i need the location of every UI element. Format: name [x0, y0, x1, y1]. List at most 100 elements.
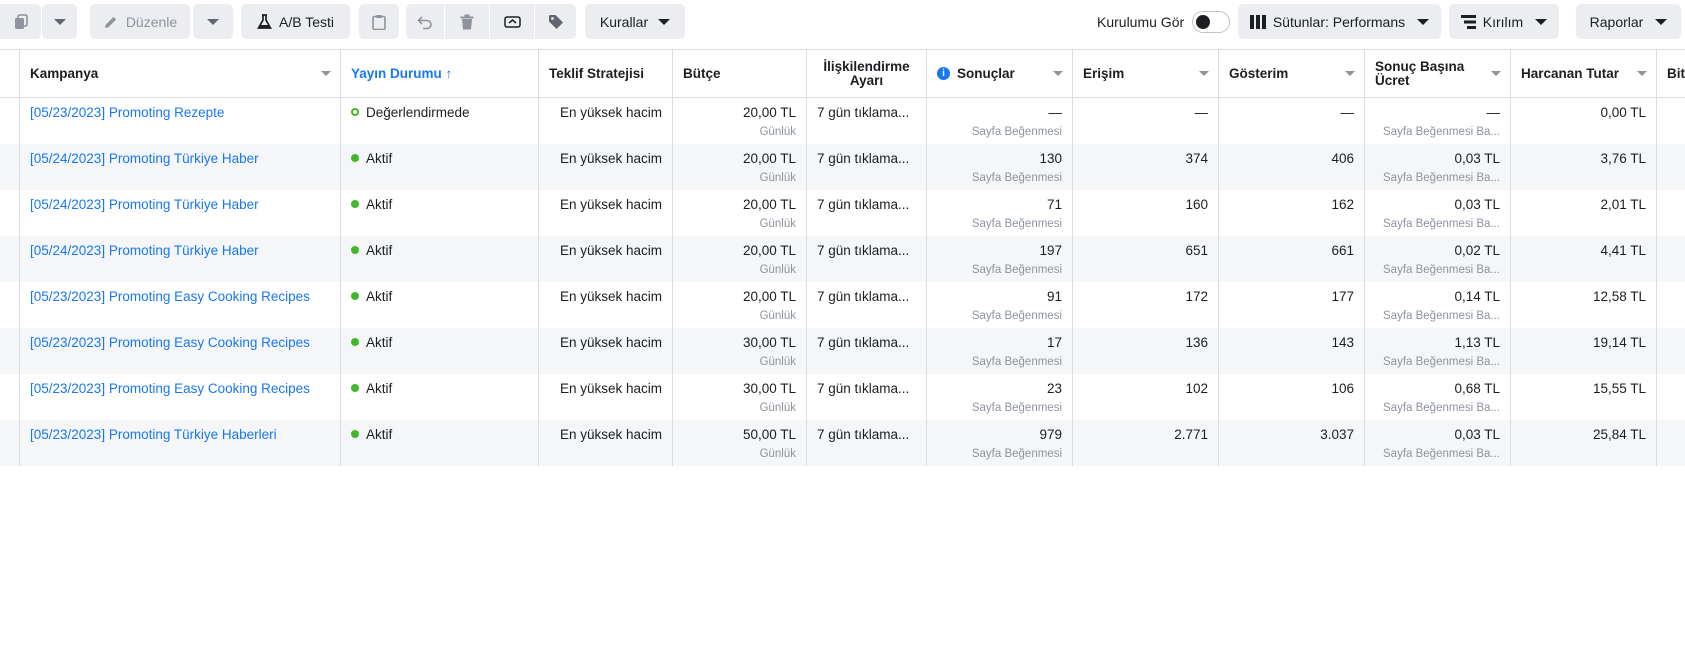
budget-cell[interactable]: 20,00 TL Günlük — [673, 282, 807, 328]
row-select-cell[interactable] — [0, 420, 20, 466]
campaign-name-link[interactable]: [05/24/2023] Promoting Türkiye Haber — [30, 196, 330, 214]
table-row[interactable]: [05/24/2023] Promoting Türkiye Haber Akt… — [0, 236, 1685, 282]
delivery-cell: Aktif — [341, 420, 539, 466]
tag-button[interactable] — [535, 4, 576, 39]
table-row[interactable]: [05/23/2023] Promoting Easy Cooking Reci… — [0, 282, 1685, 328]
header-attribution[interactable]: İlişkilendirme Ayarı — [807, 50, 927, 97]
header-amount-spent-label: Harcanan Tutar — [1521, 65, 1620, 81]
header-results-label: Sonuçlar — [957, 65, 1015, 81]
reports-dropdown-button[interactable]: Raporlar — [1576, 4, 1681, 39]
reach-value: 651 — [1185, 243, 1208, 258]
column-menu-icon[interactable] — [1637, 71, 1647, 76]
attribution-cell: 7 gün tıklama... — [807, 282, 927, 328]
budget-cell[interactable]: 20,00 TL Günlük — [673, 144, 807, 190]
status-dot-icon — [351, 154, 359, 162]
campaign-name-link[interactable]: [05/23/2023] Promoting Easy Cooking Reci… — [30, 380, 330, 398]
column-menu-icon[interactable] — [321, 71, 331, 76]
amount-spent-cell: 4,41 TL — [1511, 236, 1657, 282]
view-setup-toggle-group: Kurulumu Gör — [1097, 4, 1231, 39]
impressions-value: 106 — [1331, 381, 1354, 396]
impressions-cell: 3.037 — [1219, 420, 1365, 466]
budget-type: Günlük — [759, 448, 796, 460]
columns-dropdown-button[interactable]: Sütunlar: Performans — [1238, 4, 1441, 39]
table-row[interactable]: [05/23/2023] Promoting Türkiye Haberleri… — [0, 420, 1685, 466]
campaign-name-link[interactable]: [05/24/2023] Promoting Türkiye Haber — [30, 150, 330, 168]
amount-spent-value: 2,01 TL — [1600, 197, 1646, 212]
bid-strategy-value: En yüksek hacim — [559, 105, 662, 120]
column-menu-icon[interactable] — [1491, 71, 1501, 76]
attribution-value: 7 gün tıklama... — [817, 105, 910, 120]
budget-cell[interactable]: 20,00 TL Günlük — [673, 190, 807, 236]
campaign-name-link[interactable]: [05/23/2023] Promoting Easy Cooking Reci… — [30, 288, 330, 306]
results-type: Sayfa Beğenmesi — [971, 356, 1062, 368]
row-select-cell[interactable] — [0, 328, 20, 374]
campaign-name-link[interactable]: [05/23/2023] Promoting Türkiye Haberleri — [30, 426, 330, 444]
header-reach-label: Erişim — [1083, 65, 1125, 81]
campaign-name-link[interactable]: [05/23/2023] Promoting Easy Cooking Reci… — [30, 334, 330, 352]
view-setup-label: Kurulumu Gör — [1097, 13, 1185, 30]
column-menu-icon[interactable] — [1053, 71, 1063, 76]
impressions-cell: — — [1219, 98, 1365, 144]
header-amount-spent[interactable]: Harcanan Tutar — [1511, 50, 1657, 97]
header-results[interactable]: i Sonuçlar — [927, 50, 1073, 97]
row-select-cell[interactable] — [0, 374, 20, 420]
column-menu-icon[interactable] — [1199, 71, 1209, 76]
delivery-status-text: Aktif — [366, 427, 393, 442]
delete-button[interactable] — [445, 4, 489, 39]
undo-button[interactable] — [406, 4, 444, 39]
edit-button[interactable]: Düzenle — [90, 4, 190, 39]
view-setup-toggle[interactable] — [1192, 10, 1231, 33]
header-impressions-label: Gösterim — [1229, 65, 1289, 81]
budget-cell[interactable]: 30,00 TL Günlük — [673, 328, 807, 374]
header-campaign[interactable]: Kampanya — [20, 50, 341, 97]
status-dot-icon — [351, 108, 359, 116]
publish-button[interactable] — [490, 4, 534, 39]
duplicate-dropdown-button[interactable] — [42, 4, 77, 39]
breakdown-dropdown-button[interactable]: Kırılım — [1449, 4, 1559, 39]
row-select-cell[interactable] — [0, 236, 20, 282]
bid-strategy-value: En yüksek hacim — [559, 427, 662, 442]
impressions-value: 143 — [1331, 335, 1354, 350]
row-select-cell[interactable] — [0, 98, 20, 144]
clipboard-button[interactable] — [359, 4, 399, 39]
table-row[interactable]: [05/23/2023] Promoting Rezepte Değerlend… — [0, 98, 1685, 144]
edit-dropdown-button[interactable] — [193, 4, 233, 39]
cost-per-result-type: Sayfa Beğenmesi Ba... — [1383, 402, 1500, 414]
ab-test-button[interactable]: A/B Testi — [241, 4, 350, 39]
row-select-cell[interactable] — [0, 190, 20, 236]
caret-down-icon — [207, 18, 219, 25]
table-row[interactable]: [05/23/2023] Promoting Easy Cooking Reci… — [0, 328, 1685, 374]
header-select-column[interactable] — [0, 50, 20, 97]
header-ends[interactable]: Bitiş — [1657, 50, 1685, 97]
attribution-value: 7 gün tıklama... — [817, 427, 910, 442]
reach-cell: 136 — [1073, 328, 1219, 374]
campaign-name-link[interactable]: [05/24/2023] Promoting Türkiye Haber — [30, 242, 330, 260]
header-impressions[interactable]: Gösterim — [1219, 50, 1365, 97]
budget-cell[interactable]: 50,00 TL Günlük — [673, 420, 807, 466]
delivery-status-text: Aktif — [366, 151, 393, 166]
info-icon[interactable]: i — [937, 67, 950, 80]
header-delivery[interactable]: Yayın Durumu ↑ — [341, 50, 539, 97]
budget-cell[interactable]: 20,00 TL Günlük — [673, 98, 807, 144]
header-cost-per-result[interactable]: Sonuç Başına Ücret — [1365, 50, 1511, 97]
rules-dropdown-button[interactable]: Kurallar — [585, 4, 685, 39]
row-select-cell[interactable] — [0, 282, 20, 328]
cost-per-result-cell: 0,03 TL Sayfa Beğenmesi Ba... — [1365, 420, 1511, 466]
budget-cell[interactable]: 30,00 TL Günlük — [673, 374, 807, 420]
budget-cell[interactable]: 20,00 TL Günlük — [673, 236, 807, 282]
duplicate-button[interactable] — [0, 4, 41, 39]
results-value: 979 — [1039, 427, 1062, 442]
header-reach[interactable]: Erişim — [1073, 50, 1219, 97]
cost-per-result-cell: 0,14 TL Sayfa Beğenmesi Ba... — [1365, 282, 1511, 328]
cost-per-result-type: Sayfa Beğenmesi Ba... — [1383, 310, 1500, 322]
header-bid-strategy[interactable]: Teklif Stratejisi — [539, 50, 673, 97]
table-row[interactable]: [05/24/2023] Promoting Türkiye Haber Akt… — [0, 190, 1685, 236]
header-budget[interactable]: Bütçe — [673, 50, 807, 97]
table-row[interactable]: [05/23/2023] Promoting Easy Cooking Reci… — [0, 374, 1685, 420]
campaign-name-link[interactable]: [05/23/2023] Promoting Rezepte — [30, 104, 330, 122]
row-select-cell[interactable] — [0, 144, 20, 190]
table-row[interactable]: [05/24/2023] Promoting Türkiye Haber Akt… — [0, 144, 1685, 190]
delivery-status: Aktif — [351, 334, 528, 352]
column-menu-icon[interactable] — [1345, 71, 1355, 76]
attribution-cell: 7 gün tıklama... — [807, 374, 927, 420]
